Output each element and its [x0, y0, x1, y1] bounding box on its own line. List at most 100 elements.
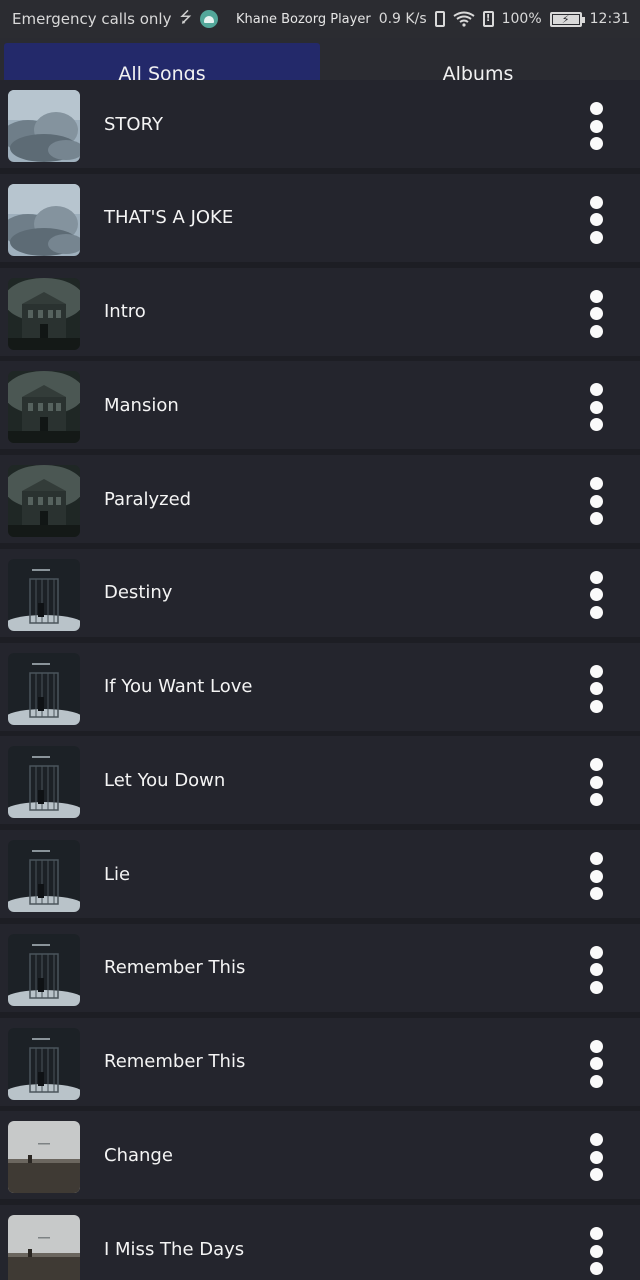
more-dot	[589, 588, 603, 602]
song-title: Mansion	[104, 394, 179, 416]
more-options-icon[interactable]	[578, 1133, 614, 1182]
song-title: I Miss The Days	[104, 1238, 245, 1260]
more-dot	[589, 1262, 603, 1275]
more-dot	[589, 1039, 603, 1053]
field-cover	[8, 1121, 80, 1194]
more-options-icon[interactable]	[578, 945, 614, 994]
album-art-thumbnail	[8, 1027, 80, 1100]
more-options-icon[interactable]	[578, 758, 614, 807]
song-row[interactable]: Change	[0, 1111, 640, 1200]
more-dot	[589, 570, 603, 584]
album-art-thumbnail	[8, 90, 80, 162]
cage-cover	[8, 652, 80, 725]
usb-icon: ⭍	[179, 7, 192, 26]
album-art-thumbnail	[8, 1215, 80, 1280]
more-dot	[589, 775, 603, 789]
cloud-sky-cover	[8, 183, 80, 256]
album-art-thumbnail	[8, 1121, 80, 1194]
more-options-icon[interactable]	[578, 852, 614, 900]
song-title: Change	[104, 1144, 173, 1166]
screen: Emergency calls only ⭍ Khane Bozorg Play…	[0, 0, 640, 1280]
song-row[interactable]: Intro	[0, 267, 640, 356]
more-dot	[589, 102, 603, 115]
song-row[interactable]: Let You Down	[0, 736, 640, 825]
song-title: Lie	[104, 863, 131, 885]
more-options-icon[interactable]	[578, 1227, 614, 1275]
more-dot	[589, 494, 603, 508]
album-art-thumbnail	[8, 933, 80, 1006]
song-title: If You Want Love	[104, 676, 253, 697]
more-dot	[589, 1244, 603, 1258]
more-dot	[589, 758, 603, 772]
more-dot	[589, 324, 603, 338]
more-options-icon[interactable]	[578, 289, 614, 338]
mansion-cover	[8, 371, 80, 444]
song-row[interactable]: Destiny	[0, 548, 640, 637]
more-dot	[589, 887, 603, 900]
more-dot	[589, 1133, 603, 1147]
sim-alert-icon: !	[482, 11, 494, 27]
cage-cover	[8, 933, 80, 1006]
cage-cover	[8, 746, 80, 819]
song-title: Paralyzed	[104, 488, 192, 510]
more-dot	[589, 1227, 603, 1240]
song-title: Remember This	[104, 957, 246, 979]
song-title: THAT'S A JOKE	[104, 207, 234, 229]
more-dot	[589, 307, 603, 320]
song-title: Remember This	[104, 1051, 246, 1072]
net-speed: 0.9 K/s	[378, 11, 427, 27]
mansion-cover	[8, 277, 80, 350]
more-dot	[589, 383, 603, 397]
more-options-icon[interactable]	[578, 195, 614, 244]
song-row[interactable]: STORY	[0, 80, 640, 168]
album-art-thumbnail	[8, 371, 80, 444]
more-dot	[589, 699, 603, 713]
album-art-thumbnail	[8, 746, 80, 819]
more-dot	[589, 477, 603, 490]
song-row[interactable]: Paralyzed	[0, 455, 640, 543]
more-dot	[589, 1168, 603, 1182]
more-dot	[589, 852, 603, 865]
more-dot	[589, 980, 603, 994]
battery-icon: ⚡	[549, 11, 585, 27]
song-row[interactable]: Mansion	[0, 361, 640, 450]
charging-bolt-icon: ⚡	[561, 12, 570, 26]
more-options-icon[interactable]	[578, 570, 614, 619]
song-row[interactable]: I Miss The Days	[0, 1205, 640, 1280]
more-dot	[589, 869, 603, 883]
song-row[interactable]: Lie	[0, 830, 640, 918]
android-debug-icon	[199, 10, 218, 28]
more-dot	[589, 963, 603, 977]
more-dot	[589, 400, 603, 414]
more-options-icon[interactable]	[578, 1039, 614, 1088]
more-dot	[589, 1074, 603, 1088]
more-dot	[589, 605, 603, 619]
song-row[interactable]: If You Want Love	[0, 642, 640, 731]
song-title: Destiny	[104, 582, 173, 604]
album-art-thumbnail	[8, 277, 80, 350]
more-dot	[589, 230, 603, 244]
song-row[interactable]: Remember This	[0, 1017, 640, 1106]
song-title: STORY	[104, 113, 163, 135]
carrier-text: Emergency calls only	[12, 10, 172, 28]
more-dot	[589, 512, 603, 525]
more-dot	[589, 945, 603, 959]
more-options-icon[interactable]	[578, 383, 614, 432]
more-options-icon[interactable]	[578, 102, 614, 150]
more-dot	[589, 137, 603, 150]
status-bar: Emergency calls only ⭍ Khane Bozorg Play…	[0, 0, 640, 38]
battery-percent: 100%	[501, 11, 542, 27]
status-app-name: Khane Bozorg Player	[235, 11, 371, 27]
more-options-icon[interactable]	[578, 477, 614, 525]
more-dot	[589, 793, 603, 807]
more-dot	[589, 418, 603, 432]
song-row[interactable]: THAT'S A JOKE	[0, 173, 640, 262]
song-row[interactable]: Remember This	[0, 923, 640, 1012]
album-art-thumbnail	[8, 558, 80, 631]
status-left: Emergency calls only ⭍	[12, 7, 218, 32]
wifi-icon	[453, 11, 475, 27]
clock: 12:31	[589, 11, 630, 27]
more-dot	[589, 682, 603, 695]
vibrate-icon	[434, 11, 445, 27]
more-options-icon[interactable]	[578, 664, 614, 713]
